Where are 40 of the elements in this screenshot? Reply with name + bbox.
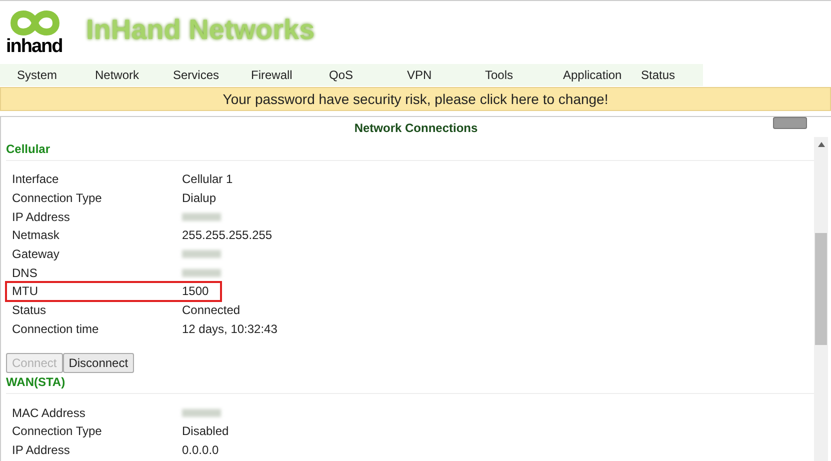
field-value: 12 days, 10:32:43 bbox=[182, 320, 278, 338]
panel-title: Network Connections bbox=[354, 120, 478, 137]
field-value: Cellular 1 bbox=[182, 171, 233, 188]
field-label: MAC Address bbox=[12, 404, 86, 422]
field-value: Dialup bbox=[182, 190, 216, 208]
field-label: DNS bbox=[12, 264, 38, 282]
action-button[interactable]: Disconnect bbox=[62, 353, 134, 374]
nav-item[interactable]: System bbox=[0, 66, 78, 84]
field-value: Connected bbox=[182, 302, 240, 320]
field-label: Connection Type bbox=[12, 190, 103, 208]
field-label: IP Address bbox=[12, 208, 71, 226]
field-label: MTU bbox=[12, 283, 39, 300]
nav-item[interactable]: QoS bbox=[312, 66, 390, 84]
field-label: Netmask bbox=[12, 227, 60, 244]
field-value: 1500 bbox=[182, 283, 209, 300]
nav-item[interactable]: Network bbox=[78, 66, 156, 84]
field-label: Connection Type bbox=[12, 423, 103, 440]
section-title: Cellular bbox=[6, 141, 52, 158]
field-value: 0.0.0.0 bbox=[182, 442, 219, 459]
window-controls[interactable] bbox=[773, 117, 807, 129]
nav-item[interactable]: Tools bbox=[468, 66, 546, 84]
field-label: Gateway bbox=[12, 246, 60, 264]
field-label: IP Address bbox=[12, 442, 71, 459]
field-label: Connection time bbox=[12, 320, 100, 338]
scroll-up-icon[interactable] bbox=[818, 142, 824, 147]
nav-item[interactable]: Firewall bbox=[234, 66, 312, 84]
brand-title: InHand Networks bbox=[86, 13, 315, 47]
field-value: 255.255.255.255 bbox=[182, 227, 272, 244]
nav-item[interactable]: Status bbox=[624, 66, 702, 84]
nav-item[interactable]: VPN bbox=[390, 66, 468, 84]
field-value: Disabled bbox=[182, 423, 229, 440]
warning-banner[interactable]: Your password have security risk, please click here to change! bbox=[0, 87, 831, 111]
field-label: Status bbox=[12, 302, 48, 320]
logo-text: inhand bbox=[6, 37, 62, 57]
scroll-thumb[interactable] bbox=[815, 233, 827, 345]
section-title: WAN(STA) bbox=[6, 374, 66, 392]
field-label: Interface bbox=[12, 171, 60, 188]
nav-item[interactable]: Services bbox=[156, 66, 234, 84]
nav-item[interactable]: Application bbox=[546, 66, 624, 84]
scrollbar[interactable] bbox=[814, 137, 828, 461]
